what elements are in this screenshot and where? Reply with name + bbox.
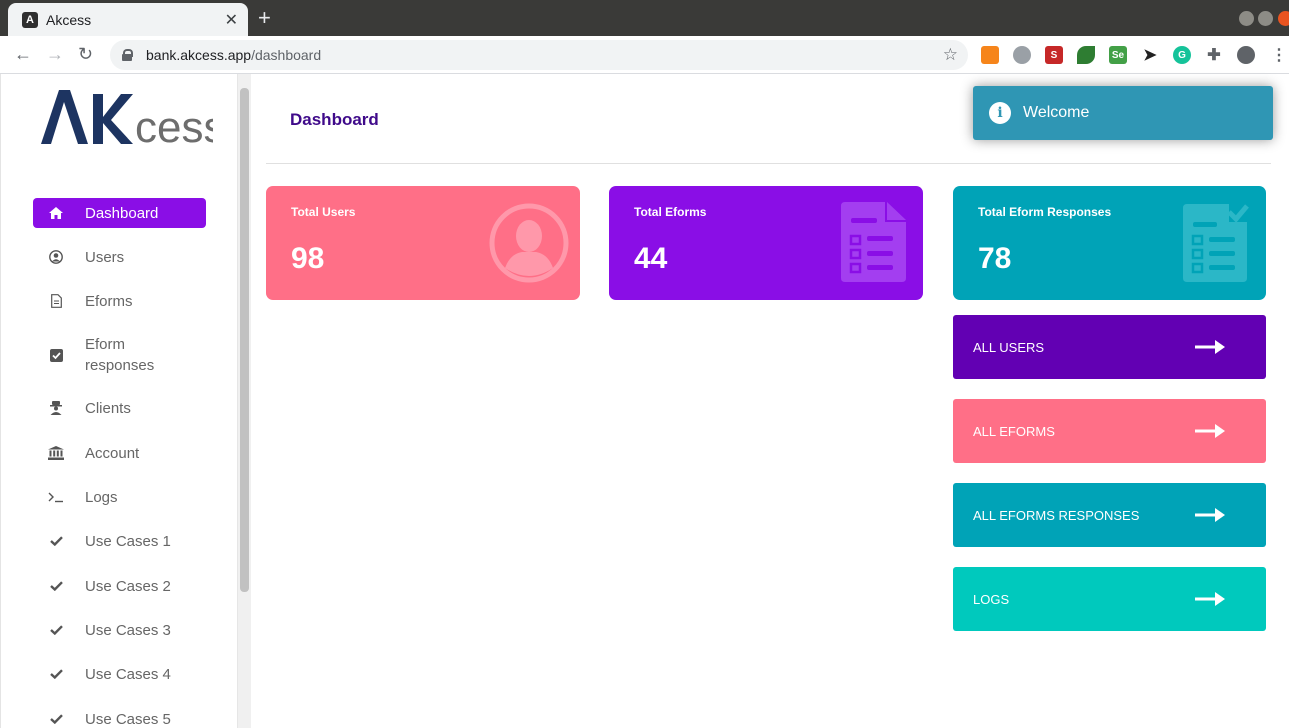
- back-arrow-icon[interactable]: ←: [14, 44, 32, 65]
- close-window-button[interactable]: [1278, 11, 1289, 26]
- profile-icon[interactable]: [1237, 46, 1255, 64]
- tab-title: Akcess: [46, 11, 92, 28]
- stat-card-total-eform-responses: Total Eform Responses 78: [953, 186, 1266, 300]
- logs-button[interactable]: LOGS: [953, 567, 1266, 631]
- url-host: bank.akcess.app: [146, 47, 252, 63]
- puzzle-icon[interactable]: ✚: [1205, 46, 1223, 64]
- sidebar-item-label: Use Cases 1: [85, 533, 171, 550]
- sidebar-item-label: Use Cases 5: [85, 711, 171, 728]
- stat-value: 78: [978, 242, 1012, 275]
- arrow-right-icon: [1195, 340, 1225, 354]
- welcome-toast[interactable]: i Welcome: [973, 86, 1273, 140]
- link-label: ALL USERS: [973, 339, 1045, 355]
- sidebar-item-use-cases-4[interactable]: Use Cases 4: [33, 664, 206, 685]
- link-label: LOGS: [973, 591, 1010, 607]
- all-eforms-responses-button[interactable]: ALL EFORMS RESPONSES: [953, 483, 1266, 547]
- toast-message: Welcome: [1023, 104, 1090, 121]
- browser-toolbar: ← → ↻ bank.akcess.app/dashboard ☆ S Se ➤…: [0, 36, 1289, 74]
- home-icon: [33, 203, 79, 223]
- sidebar-item-use-cases-3[interactable]: Use Cases 3: [33, 620, 206, 641]
- sidebar-item-label: Users: [85, 249, 125, 266]
- arrow-right-icon: [1195, 424, 1225, 438]
- sidebar-item-label: Dashboard: [85, 204, 159, 222]
- sidebar-item-account[interactable]: Account: [33, 443, 206, 464]
- svg-text:cess: cess: [135, 103, 213, 146]
- sidebar-item-label: Eforms: [85, 293, 133, 310]
- reload-icon[interactable]: ↻: [78, 44, 93, 65]
- sidebar-item-eforms[interactable]: Eforms: [33, 291, 206, 312]
- file-icon: [33, 291, 79, 311]
- leaf-icon[interactable]: [1077, 46, 1095, 64]
- sidebar-item-users[interactable]: Users: [33, 247, 206, 268]
- document-icon: [841, 202, 906, 282]
- maximize-window-button[interactable]: [1258, 11, 1273, 26]
- check-icon: [33, 531, 79, 551]
- page-title: Dashboard: [290, 110, 379, 129]
- stat-value: 44: [634, 242, 668, 275]
- sidebar-item-use-cases-1[interactable]: Use Cases 1: [33, 531, 206, 552]
- user-secret-icon: [33, 398, 79, 418]
- sidebar-item-label: Clients: [85, 400, 131, 417]
- minimize-window-button[interactable]: [1239, 11, 1254, 26]
- address-bar[interactable]: bank.akcess.app/dashboard ☆: [110, 40, 968, 70]
- sidebar-scrollbar-thumb[interactable]: [240, 88, 249, 592]
- selenium-icon[interactable]: Se: [1109, 46, 1127, 64]
- url-path: /dashboard: [251, 47, 322, 63]
- s-shield-icon[interactable]: S: [1045, 46, 1063, 64]
- sidebar-item-label: Logs: [85, 489, 118, 506]
- browser-tabstrip: A Akcess ✕ +: [0, 0, 1289, 36]
- forward-arrow-icon[interactable]: →: [46, 44, 64, 65]
- checklist-icon: [1183, 204, 1249, 282]
- arrow-right-icon: [1195, 592, 1225, 606]
- check-icon: [33, 664, 79, 684]
- angular-favicon-icon: A: [22, 11, 38, 28]
- check-icon: [33, 620, 79, 640]
- lock-icon[interactable]: [122, 49, 133, 61]
- terminal-icon: [33, 487, 79, 507]
- stat-label: Total Users: [291, 205, 356, 219]
- all-users-button[interactable]: ALL USERS: [953, 315, 1266, 379]
- stat-label: Total Eforms: [634, 205, 707, 219]
- divider: [266, 163, 1271, 164]
- sidebar-item-label: Use Cases 4: [85, 666, 171, 683]
- check-square-icon: [33, 334, 79, 376]
- sidebar-item-label: Use Cases 2: [85, 578, 171, 595]
- browser-tab[interactable]: A Akcess ✕: [8, 3, 248, 36]
- sidebar-item-label: Eform responses: [85, 336, 155, 374]
- stat-card-total-users: Total Users 98: [266, 186, 580, 300]
- close-tab-icon[interactable]: ✕: [225, 10, 238, 30]
- menu-dots-icon[interactable]: ⋮: [1270, 46, 1288, 64]
- sidebar-item-clients[interactable]: Clients: [33, 398, 206, 419]
- bookmark-star-icon[interactable]: ☆: [943, 45, 958, 65]
- link-label: ALL EFORMS: [973, 423, 1055, 439]
- sidebar-item-eform-responses[interactable]: Eform responses: [33, 334, 206, 376]
- main-content: Dashboard Total Users 98 Total Eforms 44…: [251, 74, 1289, 728]
- globe-icon[interactable]: [1013, 46, 1031, 64]
- stat-card-total-eforms: Total Eforms 44: [609, 186, 923, 300]
- cursor-icon[interactable]: ➤: [1141, 46, 1159, 64]
- metamask-fox-icon[interactable]: [981, 46, 999, 64]
- link-label: ALL EFORMS RESPONSES: [973, 507, 1140, 523]
- sidebar-item-label: Account: [85, 445, 140, 462]
- stat-label: Total Eform Responses: [978, 205, 1112, 219]
- check-icon: [33, 576, 79, 596]
- stat-value: 98: [291, 242, 325, 275]
- all-eforms-button[interactable]: ALL EFORMS: [953, 399, 1266, 463]
- check-icon: [33, 709, 79, 728]
- info-icon: i: [989, 102, 1011, 124]
- sidebar-item-dashboard[interactable]: Dashboard: [33, 198, 206, 228]
- sidebar-item-use-cases-5[interactable]: Use Cases 5: [33, 709, 206, 728]
- grammarly-icon[interactable]: G: [1173, 46, 1191, 64]
- user-circle-icon: [489, 203, 569, 283]
- sidebar: cess Dashboard Users Eforms Eform respon…: [0, 74, 237, 728]
- bank-icon: [33, 443, 79, 463]
- user-circle-icon: [33, 247, 79, 267]
- sidebar-item-logs[interactable]: Logs: [33, 487, 206, 508]
- sidebar-item-use-cases-2[interactable]: Use Cases 2: [33, 576, 206, 597]
- akcess-logo[interactable]: cess: [41, 90, 213, 146]
- arrow-right-icon: [1195, 508, 1225, 522]
- sidebar-item-label: Use Cases 3: [85, 622, 171, 639]
- sidebar-scrollbar[interactable]: [237, 74, 251, 728]
- new-tab-button[interactable]: +: [258, 6, 271, 30]
